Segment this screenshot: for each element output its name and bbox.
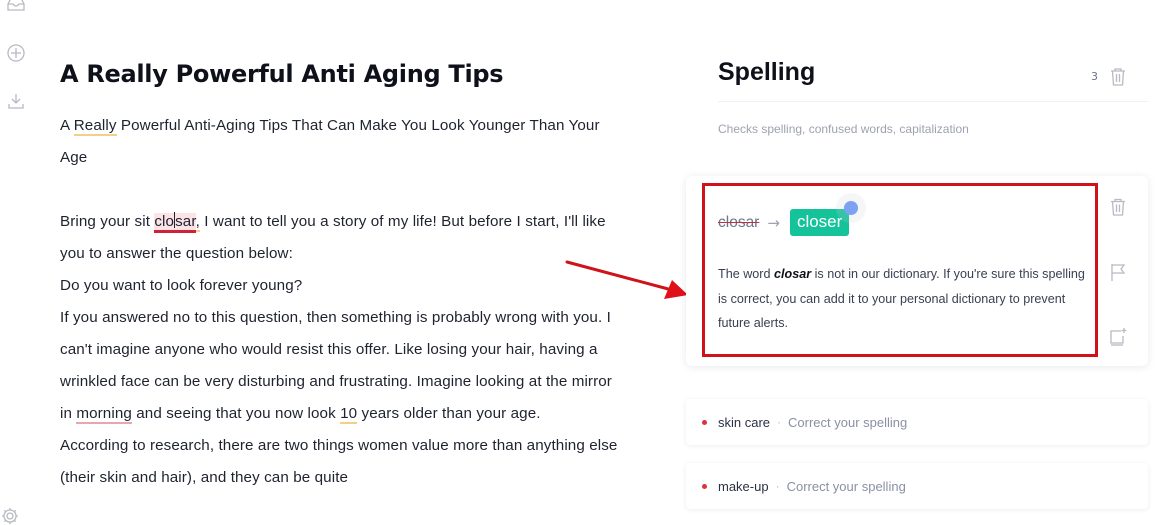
active-suggestion-card[interactable]: closar → closer The word closar is not i… [686,176,1148,366]
flag-icon[interactable] [1108,262,1128,282]
issue-count: 3 [1091,70,1098,83]
spelling-error-closar[interactable]: closar [154,212,196,233]
error-dot-icon [702,483,707,489]
suggestions-panel: Spelling 3 Checks spelling, confused wor… [686,0,1168,525]
error-dot-icon [702,419,707,425]
annotation-arrow [565,260,688,299]
issue-item[interactable]: skin care · Correct your spelling [686,399,1148,445]
dismiss-all-trash-icon[interactable] [1108,66,1128,88]
question-line: Do you want to look forever young? [60,277,303,294]
dismiss-trash-icon[interactable] [1108,197,1128,217]
add-to-dictionary-icon[interactable] [1108,327,1128,347]
settings-gear-icon[interactable] [0,506,20,525]
suggestion-row: closar → closer [718,201,859,236]
panel-divider [718,101,1148,102]
document-body[interactable]: A Really Powerful Anti-Aging Tips That C… [60,110,620,494]
add-circle-icon[interactable] [6,43,26,63]
suggestion-explanation: The word closar is not in our dictionary… [718,267,1085,330]
paragraph-1: Bring your sit closar, I want to tell yo… [60,212,606,262]
panel-description: Checks spelling, confused words, capital… [718,122,969,136]
issue-item[interactable]: make-up · Correct your spelling [686,463,1148,509]
document-editor[interactable]: A Really Powerful Anti Aging Tips A Real… [60,0,630,525]
suggestion-underline-ten[interactable]: 10 [340,405,358,424]
panel-title: Spelling [718,58,816,86]
spelling-underline-morning[interactable]: morning [76,405,132,424]
original-word: closar [718,213,760,231]
arrow-right-icon: → [767,213,780,232]
download-icon[interactable] [6,91,26,111]
paragraph-2: If you answered no to this question, the… [60,309,612,424]
left-rail [0,0,36,525]
document-subtitle: A Really Powerful Anti-Aging Tips That C… [60,117,600,166]
accept-replacement-button[interactable]: closer [789,201,859,236]
suggestion-underline-really[interactable]: Really [73,117,117,136]
paragraph-3: According to research, there are two thi… [60,437,618,486]
document-title[interactable]: A Really Powerful Anti Aging Tips [60,60,504,88]
inbox-icon[interactable] [6,0,26,14]
